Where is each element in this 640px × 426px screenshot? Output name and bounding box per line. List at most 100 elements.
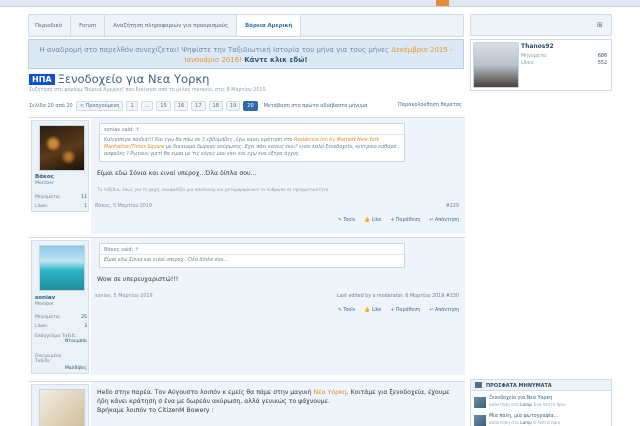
tools-button[interactable]: ✎ Tools: [338, 218, 355, 223]
pagination: Σελίδα 20 από 20 < Προηγούμενη 1 ... 15 …: [29, 101, 367, 111]
stat-label: Ονειρεμένο Ταξίδι:: [35, 354, 62, 364]
page-link[interactable]: 1: [126, 101, 138, 111]
watch-thread-link[interactable]: Παρακολούθηση θέματος: [398, 102, 462, 108]
page-title: Ξενοδοχείο για Νεα Υορκη: [57, 72, 210, 86]
user-info: Βάκος Member Μηνύματα: 11 Likes: 1: [31, 120, 89, 212]
meta-user[interactable]: Lamp: [520, 402, 532, 407]
reply-button[interactable]: ↩ Απάντηση: [429, 308, 459, 313]
post-date[interactable]: Βάκος, 5 Μαρτίου 2019: [95, 204, 152, 209]
tools-button[interactable]: ✎ Tools: [338, 308, 355, 313]
quote-body: Είμαι εδώ Σόνια και ειναί υπεροχ...Όλα δ…: [104, 258, 228, 263]
stat-value: 1: [84, 204, 87, 209]
page-link-current[interactable]: 20: [243, 101, 258, 111]
top-strip-button[interactable]: [436, 0, 449, 6]
jump-unread-link[interactable]: Μετάβαση στο πρώτο αδιάβαστο μήνυμα: [264, 103, 368, 109]
post-number[interactable]: #229: [446, 204, 459, 209]
reply-button[interactable]: ↩ Απάντηση: [429, 218, 459, 223]
quote-author[interactable]: Βάκος said: ↑: [100, 244, 404, 255]
stat-value: 686: [597, 54, 607, 59]
quote-block: soniav said: ↑ Καλησπέρα παιδιά!!! Και ε…: [99, 123, 405, 162]
page-link[interactable]: 16: [173, 101, 189, 111]
breadcrumb-item-magazine[interactable]: Περιοδικό: [29, 15, 72, 36]
stat-value: 552: [597, 61, 607, 66]
recent-post-item[interactable]: Ξενοδοχείο για Νεα Υορκη απάντηση στο La…: [474, 396, 610, 410]
thumbnail: [474, 397, 486, 408]
post-actions: ✎ Tools 👍 Like + Παράθεση ↩ Απάντηση: [329, 218, 459, 223]
message-text: Wow σε υπερευχαριστώ!!!: [97, 276, 179, 283]
meta-text: απάντηση στο: [489, 402, 521, 407]
notice-cta-link[interactable]: Κάντε κλικ εδώ!: [244, 56, 307, 64]
sidebar-user-name[interactable]: Thanos92: [521, 43, 554, 50]
user-stat-messages: Μηνύματα: 25: [35, 315, 87, 320]
message-line: Hello στην παρέα. Τον Αύγουστο λοιπόν κ …: [97, 389, 314, 396]
user-name[interactable]: Βάκος: [35, 174, 54, 180]
quote-button[interactable]: + Παράθεση: [390, 308, 420, 313]
user-info: [31, 384, 89, 426]
message-area: soniav said: ↑ Καλησπέρα παιδιά!!! Και ε…: [91, 118, 465, 234]
sitemap-icon[interactable]: ⊞: [597, 21, 605, 29]
recent-post-item[interactable]: Μία πόλη, μία φωτογραφία... απάντηση στο…: [474, 414, 610, 426]
signature: Τα ταξίδια, όπως για τη ψυχή, ακαφαλίζει…: [97, 187, 330, 192]
post-number[interactable]: #230: [446, 294, 459, 299]
user-info: soniav Member Μηνύματα: 25 Likes: 3 Επάγ…: [31, 240, 89, 374]
user-title: Member: [35, 302, 54, 307]
stat-label: Likes:: [35, 204, 49, 209]
stat-value: 11: [81, 195, 87, 200]
recent-posts-title: ΠΡΟΣΦΑΤΑ ΜΗΝΥΜΑΤΑ: [486, 383, 552, 389]
recent-post-meta: απάντηση στο Lamp Ένα λεπτό πριν: [489, 402, 565, 407]
message-area: Βάκος said: ↑ Είμαι εδώ Σόνια και ειναί …: [91, 238, 465, 375]
page-label: Σελίδα 20 από 20: [29, 103, 73, 109]
stat-value: Μαλδίβες: [64, 366, 87, 371]
stat-label: Likes:: [35, 324, 49, 329]
user-stat-messages: Μηνύματα: 11: [35, 195, 87, 200]
avatar[interactable]: [39, 125, 85, 171]
post-actions: ✎ Tools 👍 Like + Παράθεση ↩ Απάντηση: [329, 308, 459, 313]
sidebar-stat-messages: Μηνύματα: 686: [521, 54, 607, 59]
avatar[interactable]: [473, 42, 519, 88]
recent-post-title[interactable]: Μία πόλη, μία φωτογραφία...: [489, 414, 558, 419]
page-link[interactable]: 17: [191, 101, 206, 111]
stat-label: Μηνύματα:: [521, 54, 548, 59]
sidebar-stat-likes: Likes: 552: [521, 61, 607, 66]
post-edited-and-number: Last edited by a moderator: 6 Μαρτίου 20…: [337, 294, 459, 299]
notice-text: Η αναδρομή στο παρελθόν συνεχίζεται! Ψηφ…: [39, 46, 390, 54]
message-line-end: . Κοιτάμε για ξενοδοχεία, έχουμε: [346, 389, 450, 396]
message-line: ήδη κάνει κράτηση σ ένα με δωρεάν ακύρωσ…: [97, 398, 330, 405]
recent-post-title[interactable]: Ξενοδοχείο για Νεα Υορκη: [489, 396, 552, 401]
user-stat-occupation: Επάγγελμα Ταξιδ.: Ντουμπάι: [35, 334, 87, 344]
avatar[interactable]: [39, 245, 85, 291]
breadcrumb-item-forum[interactable]: Forum: [71, 15, 106, 36]
quote-button[interactable]: + Παράθεση: [390, 218, 420, 223]
like-button[interactable]: 👍 Like: [364, 308, 381, 313]
thread-subtitle: Συζήτηση στο φόρουμ 'Βόρεια Αμερική' που…: [29, 88, 268, 93]
page-ellipsis[interactable]: ...: [140, 101, 154, 111]
quote-author[interactable]: soniav said: ↑: [100, 124, 404, 135]
message-text: Είμαι εδώ Σόνια και ειναί υπεροχ...Όλα δ…: [97, 170, 257, 177]
stat-label: Μηνύματα:: [35, 195, 61, 200]
like-button[interactable]: 👍 Like: [364, 218, 381, 223]
user-stat-dream-trip: Ονειρεμένο Ταξίδι: Μαλδίβες: [35, 354, 87, 371]
avatar[interactable]: [39, 389, 85, 426]
right-top-bar: ⊞: [470, 14, 612, 36]
new-york-link[interactable]: Νέα Υόρκη: [314, 389, 347, 396]
breadcrumb-item-north-america[interactable]: Βόρεια Αμερική: [237, 15, 302, 36]
post-date[interactable]: soniav, 5 Μαρτίου 2019: [95, 294, 153, 299]
post-230: soniav Member Μηνύματα: 25 Likes: 3 Επάγ…: [29, 237, 465, 375]
page-link[interactable]: 18: [208, 101, 223, 111]
page-link[interactable]: 15: [156, 101, 171, 111]
post-229: Βάκος Member Μηνύματα: 11 Likes: 1 sonia…: [29, 117, 465, 234]
quote-body: Καλησπέρα παιδιά!!! Και εγώ θα πάω σε 3 …: [100, 135, 404, 161]
chat-icon: [475, 382, 482, 388]
quote-text: Καλησπέρα παιδιά!!! Και εγώ θα πάω σε 3 …: [104, 138, 294, 143]
breadcrumb: Περιοδικό Forum Αναζήτηση πληροφοριών γι…: [28, 14, 464, 37]
meta-time: Ένα λεπτό πριν: [531, 402, 566, 407]
user-name[interactable]: soniav: [35, 295, 55, 301]
thread-prefix[interactable]: ΗΠΑ: [29, 73, 55, 85]
notice-banner: Η αναδρομή στο παρελθόν συνεχίζεται! Ψηφ…: [28, 39, 464, 69]
breadcrumb-item-destinations[interactable]: Αναζήτηση πληροφοριών για προορισμούς: [105, 15, 238, 36]
message-text: Hello στην παρέα. Τον Αύγουστο λοιπόν κ …: [97, 388, 450, 415]
meta-user[interactable]: Lamp: [520, 420, 532, 425]
page-link[interactable]: 19: [225, 101, 241, 111]
prev-page-button[interactable]: < Προηγούμενη: [75, 101, 124, 111]
message-area: Hello στην παρέα. Τον Αύγουστο λοιπόν κ …: [91, 382, 465, 426]
